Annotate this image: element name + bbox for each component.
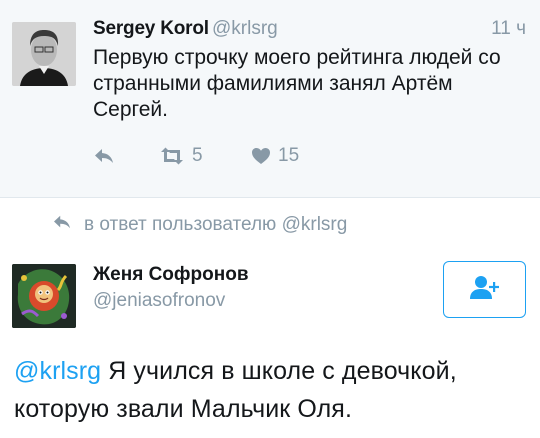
author-handle[interactable]: @jeniasofronov xyxy=(93,290,225,312)
reply-button[interactable] xyxy=(93,147,115,165)
retweet-count: 5 xyxy=(192,145,203,166)
reply-icon xyxy=(52,214,84,236)
retweet-icon xyxy=(159,147,185,165)
avatar[interactable] xyxy=(12,22,76,86)
avatar-illustration xyxy=(12,264,76,328)
tweet-text: @krlsrg Я учился в школе с девочкой, кот… xyxy=(14,352,534,428)
like-button[interactable]: 15 xyxy=(251,145,299,167)
author-handle[interactable]: @krlsrg xyxy=(212,18,278,40)
mention-link[interactable]: @krlsrg xyxy=(14,357,101,385)
parent-tweet[interactable]: Sergey Korol @krlsrg 11 ч Первую строчку… xyxy=(0,0,540,198)
heart-icon xyxy=(251,147,271,165)
add-user-icon xyxy=(468,274,502,305)
author-name[interactable]: Женя Софронов xyxy=(93,264,249,286)
like-count: 15 xyxy=(278,145,300,166)
reply-icon xyxy=(93,147,115,165)
retweet-button[interactable]: 5 xyxy=(159,145,203,167)
reply-context[interactable]: в ответ пользователю @krlsrg xyxy=(52,214,347,236)
tweet-text: Первую строчку моего рейтинга людей со с… xyxy=(93,46,501,121)
author-name[interactable]: Sergey Korol xyxy=(93,18,209,40)
avatar[interactable] xyxy=(12,264,76,328)
avatar-photo xyxy=(12,22,76,86)
follow-button[interactable] xyxy=(443,261,526,318)
reply-context-text: в ответ пользователю @krlsrg xyxy=(84,214,348,235)
timestamp[interactable]: 11 ч xyxy=(491,18,526,40)
